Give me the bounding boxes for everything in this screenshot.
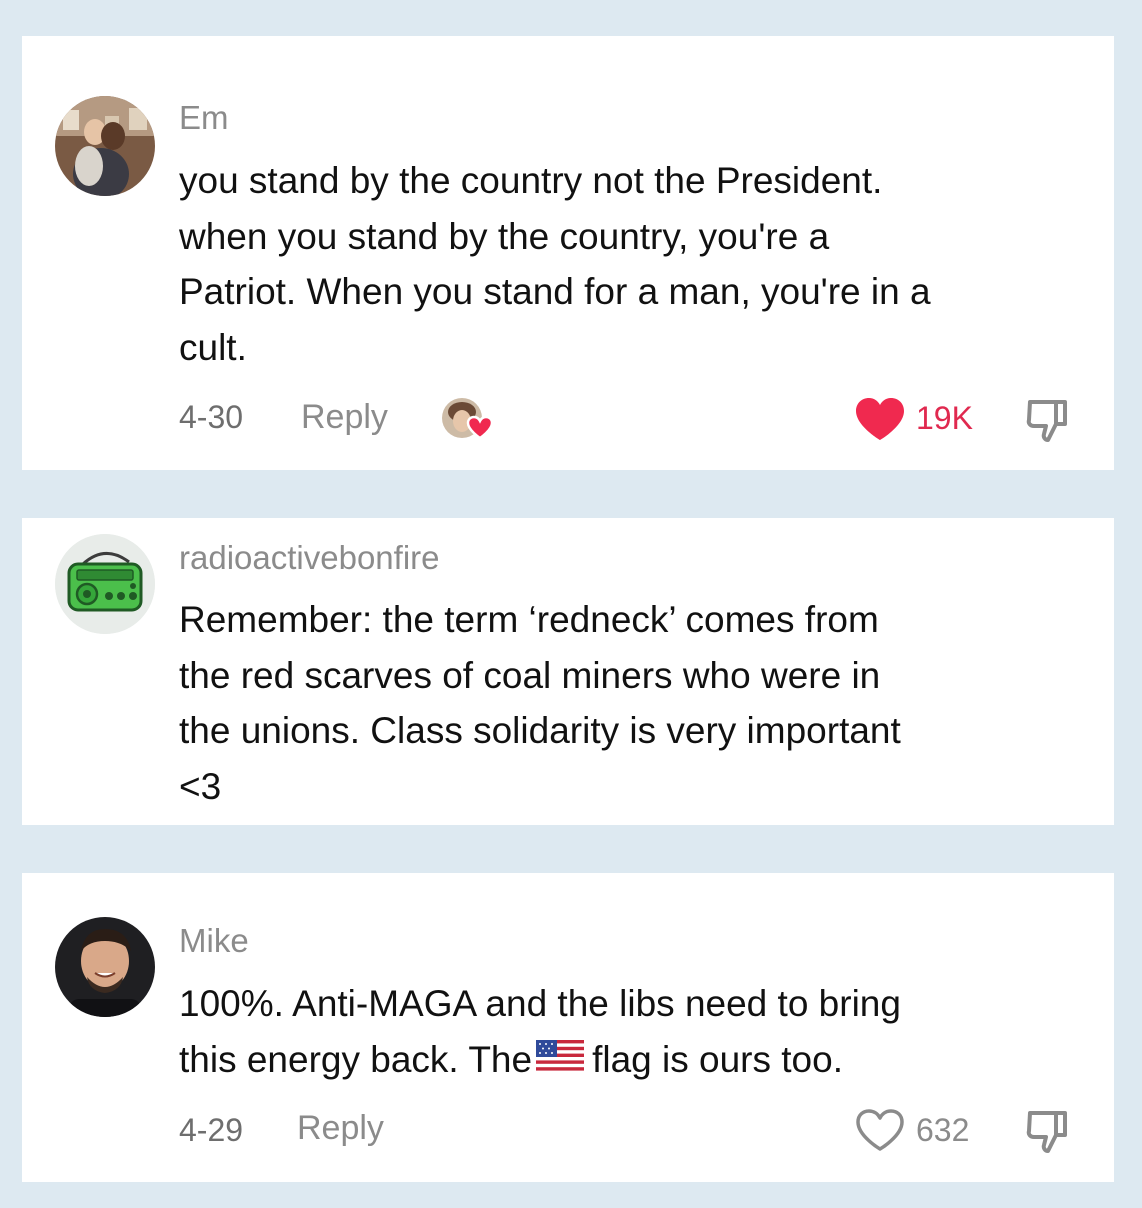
comment-username[interactable]: radioactivebonfire <box>179 538 440 578</box>
like-count: 632 <box>916 1112 970 1148</box>
heart-outline-icon <box>856 1109 904 1151</box>
like-count: 19K <box>916 400 973 436</box>
user-photo-avatar-icon <box>55 96 155 196</box>
reply-button[interactable]: Reply <box>301 398 388 437</box>
comment-line: the red scarves of coal miners who were … <box>179 654 881 696</box>
comment-line: Remember: the term ‘redneck’ comes from <box>179 599 879 640</box>
comment-line: the unions. Class solidarity is very imp… <box>179 710 901 751</box>
us-flag-emoji-icon <box>536 1034 585 1090</box>
comment-date: 4-30 <box>179 399 244 435</box>
dislike-button[interactable] <box>1022 396 1072 446</box>
creator-liked-icon <box>440 396 494 442</box>
comment-date: 4-29 <box>179 1112 244 1148</box>
comment-text: 100%. Anti-MAGA and the libs need to bri… <box>179 976 1079 1089</box>
thumbs-down-icon <box>1026 1111 1067 1153</box>
dislike-button[interactable] <box>1022 1107 1072 1157</box>
comment-line: this energy back. The flag is ours too. <box>179 1032 1079 1090</box>
reply-button[interactable]: Reply <box>297 1109 384 1148</box>
comment-card: Mike 100%. Anti-MAGA and the libs need t… <box>22 873 1114 1182</box>
thumbs-down-icon <box>1026 400 1067 442</box>
comment-line: cult. <box>179 326 247 368</box>
comment-username[interactable]: Em <box>179 98 229 138</box>
comment-line: you stand by the country not the Preside… <box>179 160 883 201</box>
comment-line-segment: this energy back. The <box>179 1038 533 1080</box>
avatar[interactable] <box>55 917 155 1017</box>
heart-filled-icon <box>856 398 904 440</box>
comment-line: <3 <box>179 765 222 807</box>
avatar[interactable] <box>55 96 155 196</box>
comment-line: Patriot. When you stand for a man, you'r… <box>179 271 931 312</box>
like-button[interactable] <box>854 1107 906 1153</box>
user-photo-avatar-icon <box>55 917 155 1017</box>
comment-text: Remember: the term ‘redneck’ comes from … <box>179 592 1079 814</box>
avatar[interactable] <box>55 534 155 634</box>
like-button[interactable] <box>854 396 906 442</box>
comment-username[interactable]: Mike <box>179 921 249 961</box>
green-radio-avatar-icon <box>55 534 155 634</box>
comment-card: radioactivebonfire Remember: the term ‘r… <box>22 518 1114 825</box>
comment-line: 100%. Anti-MAGA and the libs need to bri… <box>179 983 901 1024</box>
comment-card: Em you stand by the country not the Pres… <box>22 36 1114 470</box>
comment-line-segment: flag is ours too. <box>592 1038 843 1080</box>
comment-line: when you stand by the country, you're a <box>179 215 830 257</box>
comment-text: you stand by the country not the Preside… <box>179 153 1079 375</box>
